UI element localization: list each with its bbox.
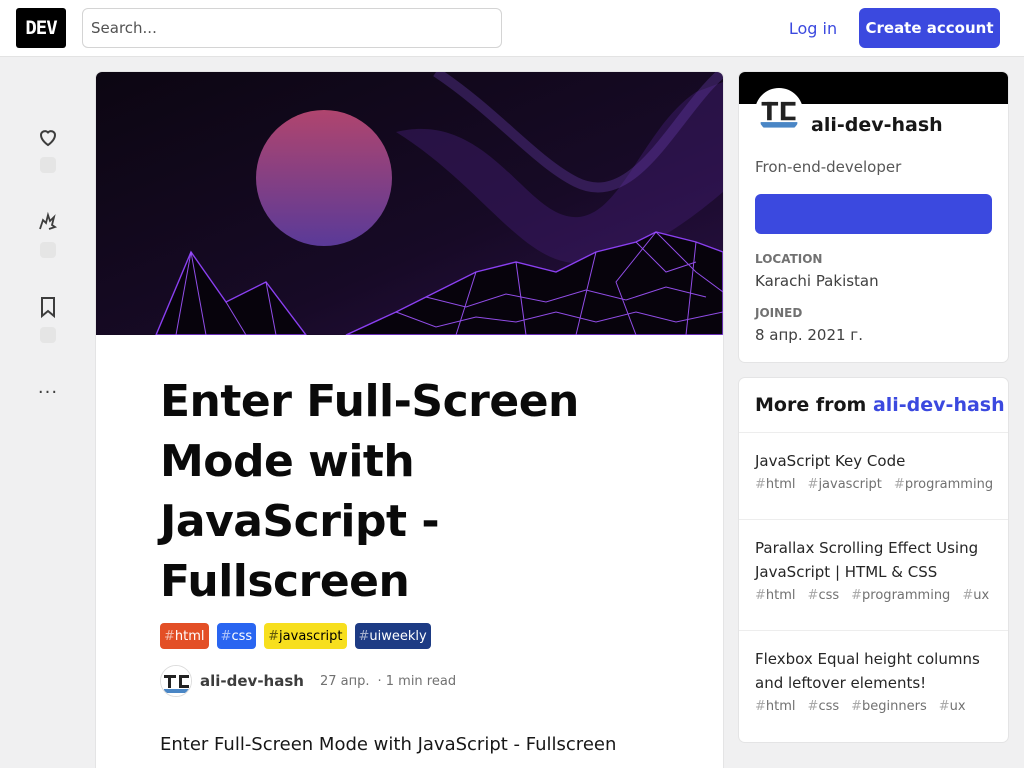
more-article-tags: #html #css #beginners #ux xyxy=(755,699,992,714)
article-title: Enter Full-Screen Mode with JavaScript -… xyxy=(160,376,579,607)
tag-javascript[interactable]: # javascript xyxy=(264,623,347,649)
unicorn-button[interactable] xyxy=(28,210,68,258)
more-from-author-link[interactable]: ali-dev-hash xyxy=(873,394,1005,416)
create-account-button[interactable]: Create account xyxy=(859,8,1000,48)
joined-label: JOINED xyxy=(755,306,803,320)
top-header: DEV Log in Create account xyxy=(0,0,1024,57)
tag-link[interactable]: #ux xyxy=(939,699,966,714)
tag-link[interactable]: #programming xyxy=(894,477,993,492)
author-name[interactable]: ali-dev-hash xyxy=(200,672,304,690)
search-input[interactable] xyxy=(82,8,502,48)
tag-label: html xyxy=(174,628,205,644)
like-count xyxy=(40,157,56,173)
more-article-item[interactable]: Parallax Scrolling Effect Using JavaScri… xyxy=(739,519,1008,619)
joined-value: 8 апр. 2021 г. xyxy=(755,326,863,344)
bookmark-button[interactable] xyxy=(28,295,68,343)
more-from-card: More from ali-dev-hash JavaScript Key Co… xyxy=(739,378,1008,742)
location-label: LOCATION xyxy=(755,252,823,266)
read-time: · 1 min read xyxy=(377,673,457,689)
tag-uiweekly[interactable]: # uiweekly xyxy=(354,623,431,649)
more-article-item[interactable]: JavaScript Key Code #html #javascript #p… xyxy=(739,432,1008,508)
profile-avatar[interactable] xyxy=(755,88,803,136)
more-article-title: Parallax Scrolling Effect Using JavaScri… xyxy=(755,539,979,581)
tag-label: uiweekly xyxy=(369,628,427,644)
more-article-item[interactable]: Flexbox Equal height columns and leftove… xyxy=(739,630,1008,730)
follow-button[interactable] xyxy=(755,194,992,234)
more-from-heading: More from ali-dev-hash xyxy=(755,394,1005,416)
unicorn-icon xyxy=(39,211,58,230)
profile-name[interactable]: ali-dev-hash xyxy=(811,114,943,136)
bookmark-count xyxy=(40,327,56,343)
more-article-title: JavaScript Key Code xyxy=(755,452,906,470)
more-article-tags: #html #css #programming #ux xyxy=(755,588,992,603)
dev-logo[interactable]: DEV xyxy=(16,8,66,48)
author-profile-card: ali-dev-hash Fron-end-developer LOCATION… xyxy=(739,72,1008,362)
cover-image xyxy=(96,72,723,335)
tag-css[interactable]: # css xyxy=(216,623,257,649)
more-from-prefix: More from xyxy=(755,394,867,416)
tag-link[interactable]: #css xyxy=(808,588,840,603)
login-link[interactable]: Log in xyxy=(774,8,852,48)
like-button[interactable] xyxy=(28,125,68,173)
tag-link[interactable]: #html xyxy=(755,477,796,492)
tag-link[interactable]: #programming xyxy=(851,588,950,603)
tag-link[interactable]: #beginners xyxy=(851,699,927,714)
author-row: ali-dev-hash 27 апр. · 1 min read xyxy=(160,665,456,697)
more-article-title: Flexbox Equal height columns and leftove… xyxy=(755,650,980,692)
profile-bio: Fron-end-developer xyxy=(755,158,902,176)
more-article-tags: #html #javascript #programming xyxy=(755,477,993,492)
tag-label: css xyxy=(231,628,253,644)
tag-link[interactable]: #html xyxy=(755,588,796,603)
location-value: Karachi Pakistan xyxy=(755,272,879,290)
tag-label: javascript xyxy=(279,628,343,644)
unicorn-count xyxy=(40,242,56,258)
article-body: Enter Full-Screen Mode with JavaScript -… xyxy=(160,734,617,755)
tag-link[interactable]: #css xyxy=(808,699,840,714)
article-card: Enter Full-Screen Mode with JavaScript -… xyxy=(96,72,723,768)
publish-date: 27 апр. xyxy=(319,673,370,689)
tag-link[interactable]: #html xyxy=(755,699,796,714)
more-options-icon[interactable]: ··· xyxy=(28,382,68,403)
tag-html[interactable]: # html xyxy=(160,623,209,649)
tag-list: # html # css # javascript # uiweekly xyxy=(160,623,431,649)
author-avatar[interactable] xyxy=(160,665,192,697)
tag-link[interactable]: #javascript xyxy=(808,477,882,492)
bookmark-icon xyxy=(41,297,55,319)
tag-link[interactable]: #ux xyxy=(962,588,989,603)
heart-icon xyxy=(39,130,57,147)
